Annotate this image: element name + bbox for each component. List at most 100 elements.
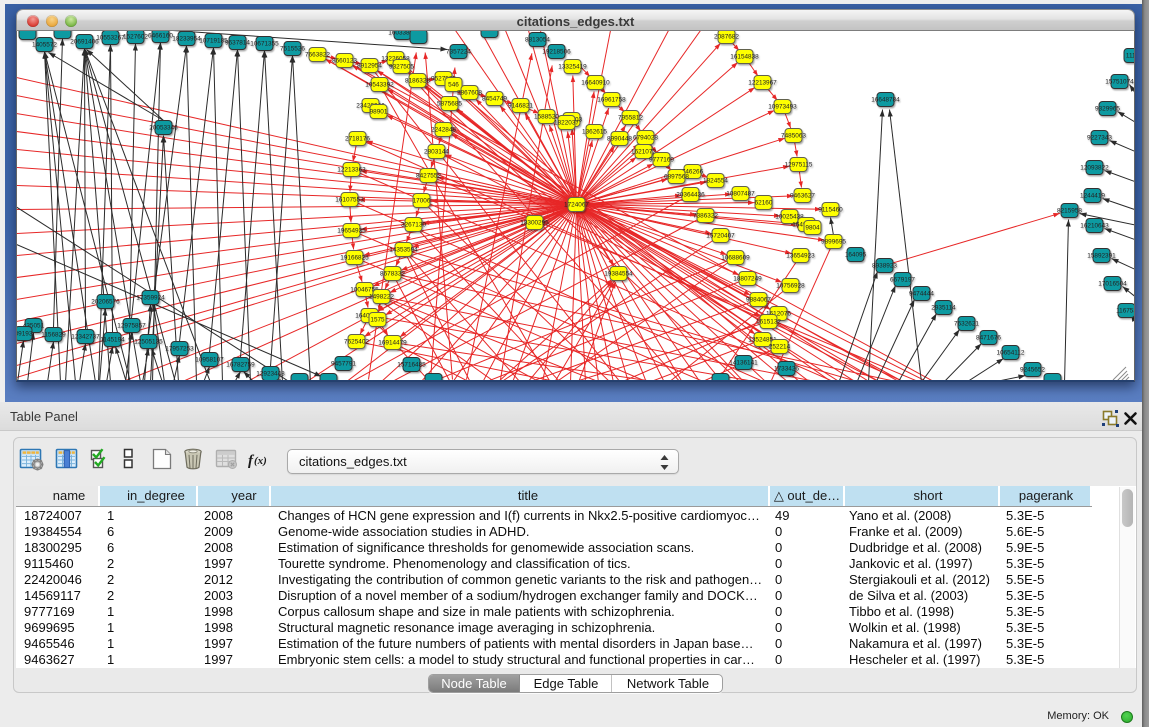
svg-text:7955812: 7955812 bbox=[618, 115, 643, 122]
svg-text:13325419: 13325419 bbox=[558, 64, 587, 71]
svg-text:9329965: 9329965 bbox=[1095, 106, 1120, 113]
svg-text:62160: 62160 bbox=[755, 200, 773, 207]
svg-text:15720407: 15720407 bbox=[706, 233, 735, 240]
svg-text:1621072: 1621072 bbox=[631, 149, 656, 156]
svg-text:10756928: 10756928 bbox=[776, 283, 805, 290]
svg-text:1405572: 1405572 bbox=[32, 42, 57, 49]
svg-text:546: 546 bbox=[448, 82, 459, 89]
svg-text:2718176: 2718176 bbox=[345, 136, 370, 143]
svg-text:39193: 39193 bbox=[17, 331, 33, 338]
svg-text:8454749: 8454749 bbox=[482, 96, 507, 103]
svg-text:9245652: 9245652 bbox=[1020, 367, 1045, 374]
svg-text:9146821: 9146821 bbox=[508, 103, 533, 110]
svg-text:1498222: 1498222 bbox=[369, 294, 394, 301]
svg-text:7632621: 7632621 bbox=[954, 321, 979, 328]
svg-text:9115460: 9115460 bbox=[818, 207, 843, 214]
svg-text:6897568: 6897568 bbox=[664, 174, 689, 181]
svg-text:9457791: 9457791 bbox=[331, 361, 356, 368]
svg-text:1824554: 1824554 bbox=[703, 178, 728, 185]
svg-text:12923448: 12923448 bbox=[256, 371, 285, 378]
svg-text:9474444: 9474444 bbox=[909, 291, 934, 298]
svg-text:19218506: 19218506 bbox=[542, 49, 571, 56]
svg-text:20206576: 20206576 bbox=[91, 299, 120, 306]
svg-text:7625402: 7625402 bbox=[344, 339, 369, 346]
svg-text:13654923: 13654923 bbox=[786, 253, 815, 260]
svg-text:8912954: 8912954 bbox=[357, 63, 382, 70]
svg-text:19166825: 19166825 bbox=[340, 255, 369, 262]
svg-text:10553267: 10553267 bbox=[96, 35, 125, 42]
svg-text:2935114: 2935114 bbox=[931, 305, 956, 312]
svg-text:1145194: 1145194 bbox=[100, 337, 125, 344]
svg-text:7357224: 7357224 bbox=[446, 49, 471, 56]
svg-text:17016504: 17016504 bbox=[1098, 281, 1127, 288]
svg-text:1527602: 1527602 bbox=[123, 34, 148, 41]
svg-text:19654935: 19654935 bbox=[337, 228, 366, 235]
svg-text:1156829: 1156829 bbox=[41, 332, 66, 339]
svg-text:16914479: 16914479 bbox=[378, 340, 407, 347]
svg-text:6679197: 6679197 bbox=[890, 277, 915, 284]
svg-text:10807487: 10807487 bbox=[726, 191, 755, 198]
svg-text:18300295: 18300295 bbox=[520, 220, 549, 227]
svg-text:1822037: 1822037 bbox=[554, 120, 579, 127]
svg-text:1362615: 1362615 bbox=[582, 129, 607, 136]
svg-text:12213967: 12213967 bbox=[748, 80, 777, 87]
svg-text:12975115: 12975115 bbox=[785, 162, 813, 169]
svg-text:116753: 116753 bbox=[1116, 308, 1135, 315]
svg-text:7663822: 7663822 bbox=[305, 52, 330, 59]
svg-text:8427552: 8427552 bbox=[416, 173, 441, 180]
svg-text:10688609: 10688609 bbox=[721, 255, 750, 262]
svg-text:17957253: 17957253 bbox=[165, 346, 194, 353]
svg-text:6466160: 6466160 bbox=[148, 33, 173, 40]
svg-text:2242848: 2242848 bbox=[431, 127, 456, 134]
svg-text:9777169: 9777169 bbox=[649, 157, 674, 164]
svg-text:9227343: 9227343 bbox=[1087, 135, 1112, 142]
svg-text:10958107: 10958107 bbox=[195, 357, 224, 364]
svg-text:9884067: 9884067 bbox=[746, 297, 771, 304]
svg-text:9804: 9804 bbox=[805, 225, 820, 232]
svg-text:1112: 1112 bbox=[1126, 53, 1135, 60]
svg-text:17359924: 17359924 bbox=[136, 295, 165, 302]
svg-text:16210643: 16210643 bbox=[1080, 223, 1109, 230]
svg-text:7485063: 7485063 bbox=[781, 133, 806, 140]
svg-text:17006: 17006 bbox=[413, 198, 431, 205]
svg-text:20691406: 20691406 bbox=[70, 39, 99, 46]
svg-text:18807249: 18807249 bbox=[733, 276, 762, 283]
svg-text:12093822: 12093822 bbox=[1080, 165, 1109, 172]
svg-text:8471676: 8471676 bbox=[976, 335, 1001, 342]
svg-text:10719185: 10719185 bbox=[199, 38, 228, 45]
svg-text:20053346: 20053346 bbox=[149, 125, 178, 132]
svg-text:12975857: 12975857 bbox=[117, 323, 146, 330]
svg-text:1615132: 1615132 bbox=[756, 319, 781, 326]
svg-text:14353594: 14353594 bbox=[389, 247, 418, 254]
svg-text:15716485: 15716485 bbox=[397, 362, 426, 369]
svg-text:16107553: 16107553 bbox=[335, 197, 364, 204]
svg-text:12505135: 12505135 bbox=[134, 339, 163, 346]
svg-text:15892391: 15892391 bbox=[1087, 253, 1116, 260]
svg-text:8990448: 8990448 bbox=[607, 136, 632, 143]
svg-text:10654112: 10654112 bbox=[997, 350, 1025, 357]
svg-text:2803144: 2803144 bbox=[424, 149, 449, 156]
svg-text:(x): (x) bbox=[254, 455, 267, 467]
svg-text:8813054: 8813054 bbox=[525, 37, 550, 44]
svg-text:9463627: 9463627 bbox=[790, 193, 815, 200]
svg-text:16782759: 16782759 bbox=[226, 362, 255, 369]
svg-text:10543392: 10543392 bbox=[365, 82, 394, 89]
svg-text:10671355: 10671355 bbox=[250, 41, 279, 48]
svg-text:14136141: 14136141 bbox=[729, 360, 758, 367]
svg-text:2867608: 2867608 bbox=[457, 90, 482, 97]
svg-text:9637814: 9637814 bbox=[225, 40, 250, 47]
svg-text:5875685: 5875685 bbox=[437, 101, 462, 108]
svg-text:12213363: 12213363 bbox=[337, 167, 366, 174]
svg-text:7386322: 7386322 bbox=[693, 213, 718, 220]
svg-text:8938923: 8938923 bbox=[872, 263, 897, 270]
svg-text:19384554: 19384554 bbox=[604, 271, 633, 278]
svg-text:1244419: 1244419 bbox=[1080, 193, 1105, 200]
svg-text:9899695: 9899695 bbox=[821, 239, 846, 246]
svg-text:16648784: 16648784 bbox=[871, 97, 900, 104]
svg-text:1724067: 1724067 bbox=[564, 202, 589, 209]
svg-text:7515526: 7515526 bbox=[280, 46, 305, 53]
svg-text:8215958: 8215958 bbox=[1057, 208, 1082, 215]
svg-text:18233954: 18233954 bbox=[172, 36, 201, 43]
svg-text:164095: 164095 bbox=[845, 252, 867, 259]
svg-text:16154838: 16154838 bbox=[730, 54, 759, 61]
